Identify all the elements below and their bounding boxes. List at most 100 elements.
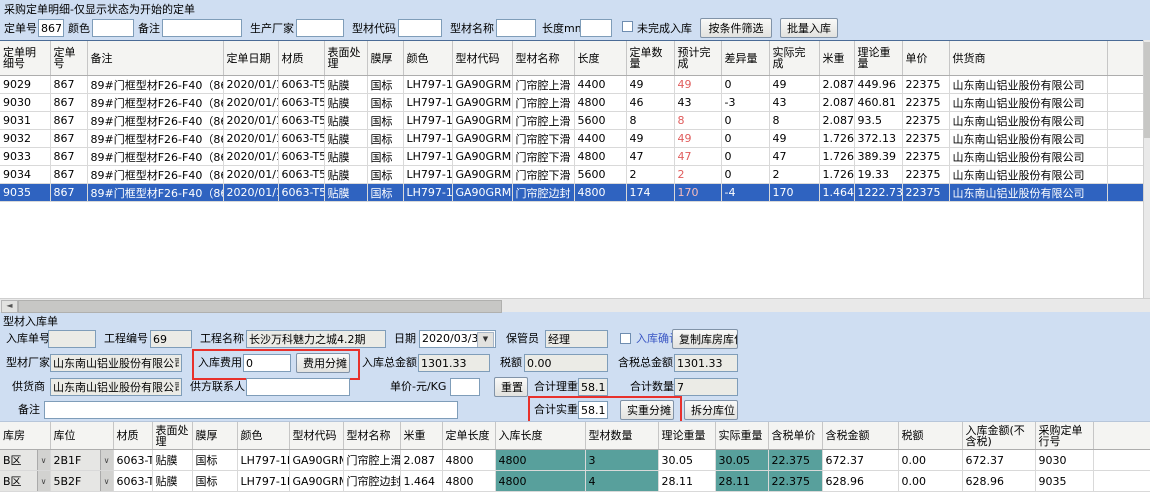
table-cell[interactable]: 门帘腔下滑 — [512, 148, 574, 166]
table-cell[interactable]: 9031 — [0, 112, 50, 130]
table-row[interactable]: 903386789#门框型材F26-F40（866*867）2020/01/13… — [0, 148, 1143, 166]
table-cell[interactable]: 628.96 — [822, 471, 898, 492]
actual-weight-share-button[interactable]: 实重分摊 — [620, 400, 674, 420]
table-cell[interactable]: 国标 — [367, 94, 403, 112]
table-cell[interactable]: 5600 — [574, 112, 626, 130]
table-cell[interactable]: 6063-T5 — [278, 184, 324, 202]
table-cell[interactable]: 1.726 — [819, 130, 854, 148]
table-row[interactable]: 902986789#门框型材F26-F40（866*867）2020/01/13… — [0, 76, 1143, 94]
scrollbar-thumb[interactable] — [18, 300, 502, 313]
mfr-field[interactable] — [50, 354, 182, 372]
table-cell[interactable]: 门帘腔上滑 — [512, 76, 574, 94]
producer-input[interactable] — [296, 19, 344, 37]
table-cell[interactable]: 国标 — [367, 184, 403, 202]
contact-field[interactable] — [246, 378, 350, 396]
length-input[interactable] — [580, 19, 612, 37]
table-cell[interactable]: 国标 — [192, 471, 237, 492]
table-cell[interactable]: 49 — [674, 130, 721, 148]
fee-share-button[interactable]: 费用分摊 — [296, 353, 350, 373]
table-cell[interactable]: 30.05 — [715, 450, 768, 471]
project-no-field[interactable] — [150, 330, 192, 348]
table-cell[interactable]: 国标 — [367, 76, 403, 94]
combo-cell[interactable]: 2B1F∨ — [50, 450, 113, 471]
table-cell[interactable]: 47 — [626, 148, 674, 166]
table-cell[interactable]: 8 — [769, 112, 819, 130]
split-location-button[interactable]: 拆分库位 — [684, 400, 738, 420]
table-cell[interactable]: 9035 — [1035, 471, 1093, 492]
table-cell[interactable]: 867 — [50, 112, 87, 130]
chevron-down-icon[interactable]: ∨ — [100, 450, 113, 470]
table-cell[interactable]: 2.087 — [819, 76, 854, 94]
color-input[interactable] — [92, 19, 134, 37]
table-cell[interactable]: 1.726 — [819, 166, 854, 184]
chevron-down-icon[interactable]: ∨ — [37, 450, 50, 470]
table-cell[interactable]: 867 — [50, 148, 87, 166]
table-cell[interactable]: 0 — [721, 148, 769, 166]
reset-button[interactable]: 重置 — [494, 377, 528, 397]
table-cell[interactable]: 山东南山铝业股份有限公司 — [949, 94, 1107, 112]
unit-price-field[interactable] — [450, 378, 480, 396]
table-cell[interactable]: 2020/01/13 — [223, 166, 278, 184]
table-cell[interactable]: 0.00 — [898, 450, 962, 471]
table-cell[interactable]: LH797-1LL0 — [403, 148, 452, 166]
table-cell[interactable]: 2020/01/13 — [223, 184, 278, 202]
order-no-input[interactable] — [38, 19, 64, 37]
table-cell[interactable]: 89#门框型材F26-F40（866*867） — [87, 130, 223, 148]
combo-cell[interactable]: 5B2F∨ — [50, 471, 113, 492]
table-cell[interactable]: 贴膜 — [152, 471, 192, 492]
table-cell[interactable]: 国标 — [192, 450, 237, 471]
table-cell[interactable]: 贴膜 — [324, 112, 367, 130]
table-cell[interactable]: 门帘腔上滑 — [343, 450, 400, 471]
profile-code-input[interactable] — [398, 19, 442, 37]
profile-name-input[interactable] — [496, 19, 536, 37]
keeper-field[interactable] — [545, 330, 608, 348]
table-row[interactable]: 903486789#门框型材F26-F40（866*867）2020/01/13… — [0, 166, 1143, 184]
sum-actual-field[interactable] — [578, 401, 608, 419]
stockin-confirm-checkbox[interactable] — [620, 333, 631, 344]
scroll-left-icon[interactable]: ◄ — [1, 300, 18, 313]
table-cell[interactable]: 4800 — [442, 450, 495, 471]
table-cell[interactable]: 389.39 — [854, 148, 902, 166]
table-cell[interactable]: 867 — [50, 130, 87, 148]
table-cell[interactable]: 0 — [721, 76, 769, 94]
table-cell[interactable]: 4800 — [574, 184, 626, 202]
table-cell[interactable]: 22375 — [902, 166, 949, 184]
table-cell[interactable]: 门帘腔下滑 — [512, 130, 574, 148]
table-cell[interactable]: 贴膜 — [324, 184, 367, 202]
table-cell[interactable]: 22.375 — [768, 450, 822, 471]
table-cell[interactable]: 1.464 — [400, 471, 442, 492]
table-cell[interactable]: 49 — [769, 130, 819, 148]
table-cell[interactable]: 867 — [50, 94, 87, 112]
table-cell[interactable]: 贴膜 — [324, 148, 367, 166]
table-cell[interactable]: 门帘腔边封 — [343, 471, 400, 492]
table-cell[interactable]: 贴膜 — [152, 450, 192, 471]
table-cell[interactable]: 1.464 — [819, 184, 854, 202]
table-cell[interactable]: 9035 — [0, 184, 50, 202]
table-cell[interactable]: 国标 — [367, 112, 403, 130]
table-cell[interactable]: 国标 — [367, 148, 403, 166]
total-field[interactable] — [418, 354, 490, 372]
table-cell[interactable]: 628.96 — [962, 471, 1035, 492]
table-cell[interactable]: GA90GRM05 — [452, 184, 512, 202]
table-cell[interactable]: 89#门框型材F26-F40（866*867） — [87, 184, 223, 202]
table-cell[interactable]: 门帘腔上滑 — [512, 94, 574, 112]
table-cell[interactable]: 22375 — [902, 76, 949, 94]
table-cell[interactable]: 6063-T5 — [278, 94, 324, 112]
table-cell[interactable]: 2.087 — [400, 450, 442, 471]
table-cell[interactable]: 0.00 — [898, 471, 962, 492]
table-cell[interactable]: LH797-1LL0 — [403, 76, 452, 94]
table-cell[interactable]: 49 — [626, 76, 674, 94]
table-cell[interactable]: GA90GRM04 — [452, 130, 512, 148]
table-cell[interactable]: 2.087 — [819, 94, 854, 112]
table-cell[interactable]: 门帘腔下滑 — [512, 166, 574, 184]
table-cell[interactable]: 43 — [769, 94, 819, 112]
table-cell[interactable]: 9033 — [0, 148, 50, 166]
table-cell[interactable]: 22375 — [902, 148, 949, 166]
table-cell[interactable]: GA90GRM04 — [452, 166, 512, 184]
table-cell[interactable]: 山东南山铝业股份有限公司 — [949, 184, 1107, 202]
table-cell[interactable]: LH797-1LL0 — [403, 184, 452, 202]
table-cell[interactable]: 4400 — [574, 130, 626, 148]
table-cell[interactable]: 49 — [674, 76, 721, 94]
table-cell[interactable]: 4 — [585, 471, 658, 492]
table-cell[interactable]: 372.13 — [854, 130, 902, 148]
